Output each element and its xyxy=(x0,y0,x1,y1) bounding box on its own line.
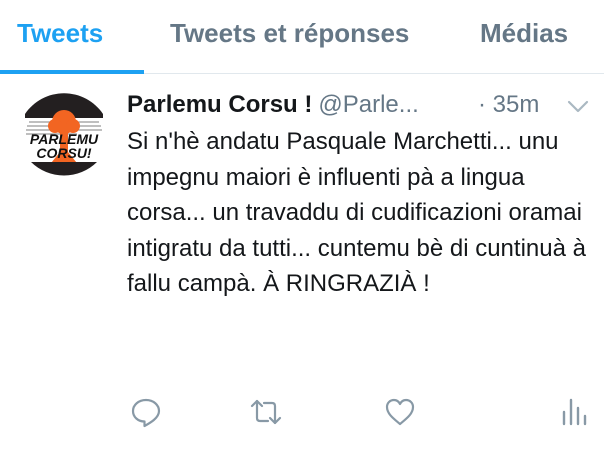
avatar-logo-image: PARLEMU CORSU! xyxy=(17,88,111,182)
chevron-down-icon[interactable] xyxy=(566,96,590,116)
avatar[interactable]: PARLEMU CORSU! xyxy=(17,88,111,182)
tweet-text: Si n'hè andatu Pasquale Marchetti... unu… xyxy=(127,128,586,297)
retweet-icon[interactable] xyxy=(250,396,282,428)
tab-tweets[interactable]: Tweets xyxy=(17,0,103,74)
tweet-timestamp[interactable]: · 35m xyxy=(478,88,539,122)
avatar-text-line2: CORSU! xyxy=(36,145,92,161)
tab-tweets-and-replies[interactable]: Tweets et réponses xyxy=(170,0,409,74)
tweet-header: Parlemu Corsu ! @Parle... xyxy=(127,88,419,122)
heart-icon[interactable] xyxy=(384,396,416,428)
reply-icon[interactable] xyxy=(130,396,162,428)
author-name[interactable]: Parlemu Corsu ! xyxy=(127,91,312,118)
active-tab-indicator xyxy=(0,70,144,74)
profile-tabs: Tweets Tweets et réponses Médias xyxy=(0,0,604,74)
analytics-icon[interactable] xyxy=(558,396,590,428)
tab-media[interactable]: Médias xyxy=(480,0,568,74)
author-handle[interactable]: @Parle... xyxy=(318,91,418,118)
